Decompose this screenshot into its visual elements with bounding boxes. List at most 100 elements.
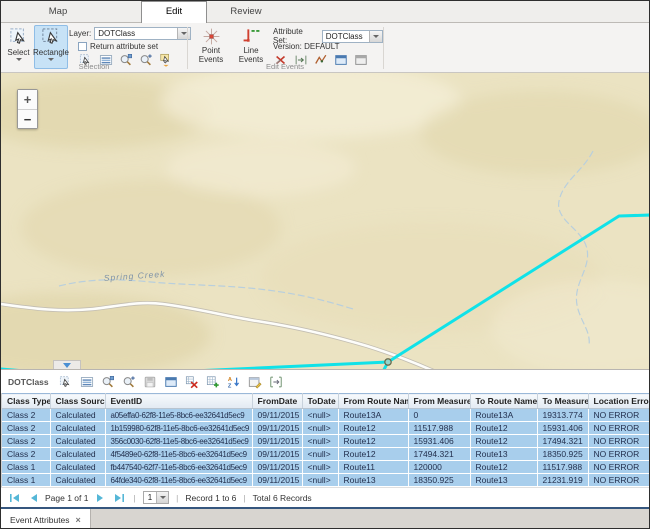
previous-page-button[interactable]	[26, 491, 40, 505]
table-cell: 09/11/2015	[252, 461, 302, 474]
table-cell: 09/11/2015	[252, 435, 302, 448]
column-header[interactable]: Location Error	[588, 394, 650, 409]
layer-label: Layer:	[69, 29, 91, 38]
select-dropdown-caret-icon[interactable]	[16, 58, 22, 61]
layer-dropdown-value: DOTClass	[95, 29, 177, 38]
table-cell: <null>	[302, 409, 338, 422]
table-cell: NO ERROR	[588, 435, 650, 448]
selection-group-label: Selection	[1, 62, 187, 71]
table-row[interactable]: Class 2Calculated1b159980-62f8-11e5-8bc6…	[2, 422, 650, 435]
table-row[interactable]: Class 1Calculated64fde340-62f8-11e5-8bc6…	[2, 474, 650, 487]
map-canvas: Spring Creek	[1, 73, 649, 369]
total-records-status: Total 6 Records	[253, 493, 312, 503]
close-icon[interactable]: ×	[76, 515, 81, 525]
sort-records-icon[interactable]: AZ	[225, 373, 244, 391]
table-cell: 17494.321	[408, 448, 470, 461]
open-attribute-window-icon[interactable]	[162, 373, 181, 391]
append-records-icon[interactable]	[204, 373, 223, 391]
zoom-to-previous-icon[interactable]	[120, 373, 139, 391]
event-editor-window: Map Edit Review Select Rectangle Laye	[0, 0, 650, 529]
table-cell: Calculated	[50, 474, 105, 487]
show-record-details-icon[interactable]	[246, 373, 265, 391]
table-cell: Class 2	[2, 409, 50, 422]
table-row[interactable]: Class 1Calculatedfb447540-62f7-11e5-8bc6…	[2, 461, 650, 474]
select-events-icon[interactable]	[57, 373, 76, 391]
last-page-button[interactable]	[112, 491, 126, 505]
table-cell: Calculated	[50, 448, 105, 461]
column-header[interactable]: To Measure	[537, 394, 588, 409]
tab-map[interactable]: Map	[29, 2, 87, 22]
column-header[interactable]: FromDate	[252, 394, 302, 409]
first-page-button[interactable]	[7, 491, 21, 505]
table-cell: Calculated	[50, 422, 105, 435]
rectangle-select-icon	[39, 26, 63, 48]
bottom-tab-bar: Event Attributes ×	[1, 507, 649, 529]
table-cell: Route13A	[338, 409, 408, 422]
column-header[interactable]: Class Source	[50, 394, 105, 409]
event-table-toolbar: DOTClass AZ	[1, 369, 649, 393]
table-cell: 4f5489e0-62f8-11e5-8bc6-ee32641d5ec9	[105, 448, 252, 461]
ribbon-tab-strip: Map Edit Review	[1, 1, 649, 23]
show-selection-list-icon[interactable]	[78, 373, 97, 391]
column-header[interactable]: Class Type	[2, 394, 50, 409]
table-cell: NO ERROR	[588, 422, 650, 435]
measure-range-icon[interactable]	[267, 373, 286, 391]
table-cell: 15931.406	[408, 435, 470, 448]
panel-collapse-button[interactable]	[53, 360, 81, 369]
table-cell: Calculated	[50, 409, 105, 422]
table-cell: NO ERROR	[588, 474, 650, 487]
table-row[interactable]: Class 2Calculated4f5489e0-62f8-11e5-8bc6…	[2, 448, 650, 461]
table-cell: <null>	[302, 461, 338, 474]
map-view[interactable]: Spring Creek + −	[1, 73, 649, 369]
table-cell: 15931.406	[537, 422, 588, 435]
table-cell: Route13	[338, 474, 408, 487]
ribbon: Select Rectangle Layer: DOTClass Return	[1, 23, 649, 73]
column-header[interactable]: ToDate	[302, 394, 338, 409]
attribute-set-dropdown[interactable]: DOTClass	[322, 30, 383, 43]
tab-review[interactable]: Review	[215, 2, 277, 22]
layer-dropdown[interactable]: DOTClass	[94, 27, 191, 40]
table-cell: <null>	[302, 422, 338, 435]
next-page-button[interactable]	[93, 491, 107, 505]
return-attribute-set-label: Return attribute set	[90, 42, 158, 51]
table-cell: 19313.774	[537, 409, 588, 422]
table-header-row: Class TypeClass SourceEventIDFromDateToD…	[2, 394, 650, 409]
table-cell: 64fde340-62f8-11e5-8bc6-ee32641d5ec9	[105, 474, 252, 487]
table-cell: <null>	[302, 448, 338, 461]
save-edits-icon[interactable]	[141, 373, 160, 391]
table-cell: Route11	[338, 461, 408, 474]
table-cell: NO ERROR	[588, 409, 650, 422]
table-cell: 09/11/2015	[252, 448, 302, 461]
route-junction-marker[interactable]	[385, 359, 391, 365]
point-events-icon	[199, 26, 223, 46]
table-cell: 11517.988	[537, 461, 588, 474]
table-cell: Calculated	[50, 461, 105, 474]
column-header[interactable]: From Route Name	[338, 394, 408, 409]
delete-records-icon[interactable]	[183, 373, 202, 391]
column-header[interactable]: From Measure	[408, 394, 470, 409]
rectangle-dropdown-caret-icon[interactable]	[48, 58, 54, 61]
tab-edit[interactable]: Edit	[141, 1, 207, 23]
table-cell: <null>	[302, 435, 338, 448]
table-row[interactable]: Class 2Calculated356c0030-62f8-11e5-8bc6…	[2, 435, 650, 448]
table-cell: 09/11/2015	[252, 422, 302, 435]
select-cursor-icon	[7, 26, 31, 48]
column-header[interactable]: EventID	[105, 394, 252, 409]
column-header[interactable]: To Route Name	[470, 394, 537, 409]
version-label: Version: DEFAULT	[273, 42, 340, 51]
page-select-button[interactable]	[156, 492, 168, 503]
attribute-set-dropdown-button[interactable]	[369, 31, 382, 42]
zoom-out-button[interactable]: −	[18, 109, 37, 128]
table-cell: 17494.321	[537, 435, 588, 448]
table-cell: 18350.925	[537, 448, 588, 461]
zoom-to-selection-icon[interactable]	[99, 373, 118, 391]
event-table: Class TypeClass SourceEventIDFromDateToD…	[1, 393, 649, 487]
table-cell: 09/11/2015	[252, 409, 302, 422]
table-row[interactable]: Class 2Calculateda05effa0-62f8-11e5-8bc6…	[2, 409, 650, 422]
table-pagination: Page 1 of 1 | 1 | Record 1 to 6 | Total …	[1, 487, 649, 507]
zoom-in-button[interactable]: +	[18, 90, 37, 109]
return-attribute-set-checkbox[interactable]	[78, 42, 87, 51]
table-cell: 18350.925	[408, 474, 470, 487]
tab-event-attributes[interactable]: Event Attributes ×	[1, 509, 91, 529]
page-select-dropdown[interactable]: 1	[143, 491, 169, 504]
